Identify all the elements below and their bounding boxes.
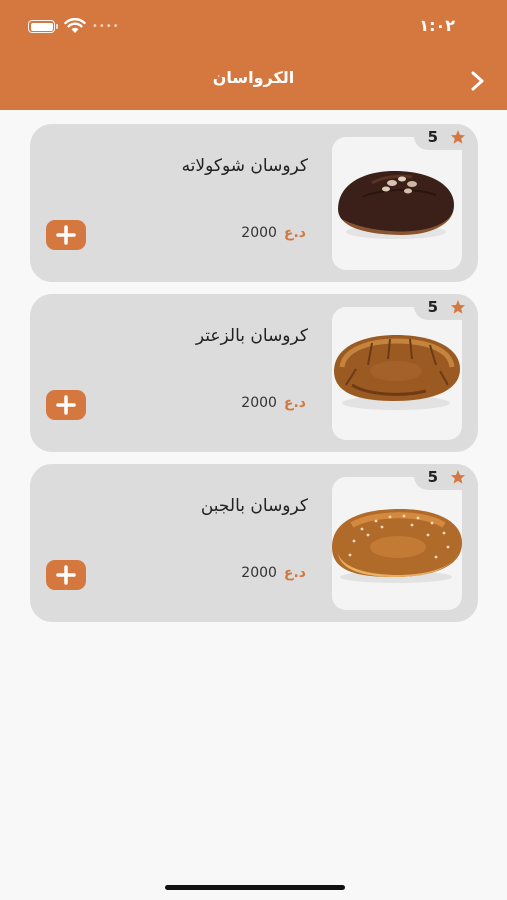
product-image [332, 137, 462, 270]
star-icon [451, 130, 465, 144]
product-card[interactable]: 5 كروسان بالزعتر 2000 د.ع [30, 294, 478, 452]
product-price: 2000 د.ع [241, 225, 306, 241]
wifi-icon [64, 18, 86, 33]
price-value: 2000 [241, 395, 277, 411]
back-chevron-icon[interactable] [467, 69, 487, 93]
rating-badge: 5 [414, 124, 478, 150]
product-image [332, 307, 462, 440]
rating-badge: 5 [414, 294, 478, 320]
status-time: ١:٠٢ [419, 16, 455, 35]
rating-value: 5 [427, 298, 438, 316]
battery-icon [28, 20, 58, 33]
cellular-signal-icon: •••• [92, 21, 120, 32]
product-price: 2000 د.ع [241, 395, 306, 411]
add-to-cart-button[interactable] [46, 220, 86, 250]
home-indicator[interactable] [165, 885, 345, 890]
plus-icon [56, 225, 76, 245]
product-card[interactable]: 5 كروسان شوكولاته 2000 د.ع [30, 124, 478, 282]
price-currency: د.ع [283, 225, 306, 241]
product-name: كروسان بالجبن [200, 496, 308, 516]
rating-value: 5 [427, 128, 438, 146]
price-currency: د.ع [283, 395, 306, 411]
rating-value: 5 [427, 468, 438, 486]
zaatar-croissant-image [334, 335, 460, 410]
price-value: 2000 [241, 565, 277, 581]
add-to-cart-button[interactable] [46, 390, 86, 420]
price-currency: د.ع [283, 565, 306, 581]
app-header: •••• ١:٠٢ الكرواسان [0, 0, 507, 110]
cheese-croissant-image [332, 509, 462, 583]
add-to-cart-button[interactable] [46, 560, 86, 590]
star-icon [451, 470, 465, 484]
price-value: 2000 [241, 225, 277, 241]
chocolate-croissant-image [338, 171, 454, 239]
product-name: كروسان شوكولاته [181, 156, 308, 176]
rating-badge: 5 [414, 464, 478, 490]
page-title: الكرواسان [212, 68, 295, 87]
product-name: كروسان بالزعتر [195, 326, 308, 346]
product-card[interactable]: 5 كروسان بالجبن 2000 د.ع [30, 464, 478, 622]
plus-icon [56, 395, 76, 415]
product-price: 2000 د.ع [241, 565, 306, 581]
product-image [332, 477, 462, 610]
star-icon [451, 300, 465, 314]
status-bar: •••• ١:٠٢ [0, 0, 507, 54]
plus-icon [56, 565, 76, 585]
